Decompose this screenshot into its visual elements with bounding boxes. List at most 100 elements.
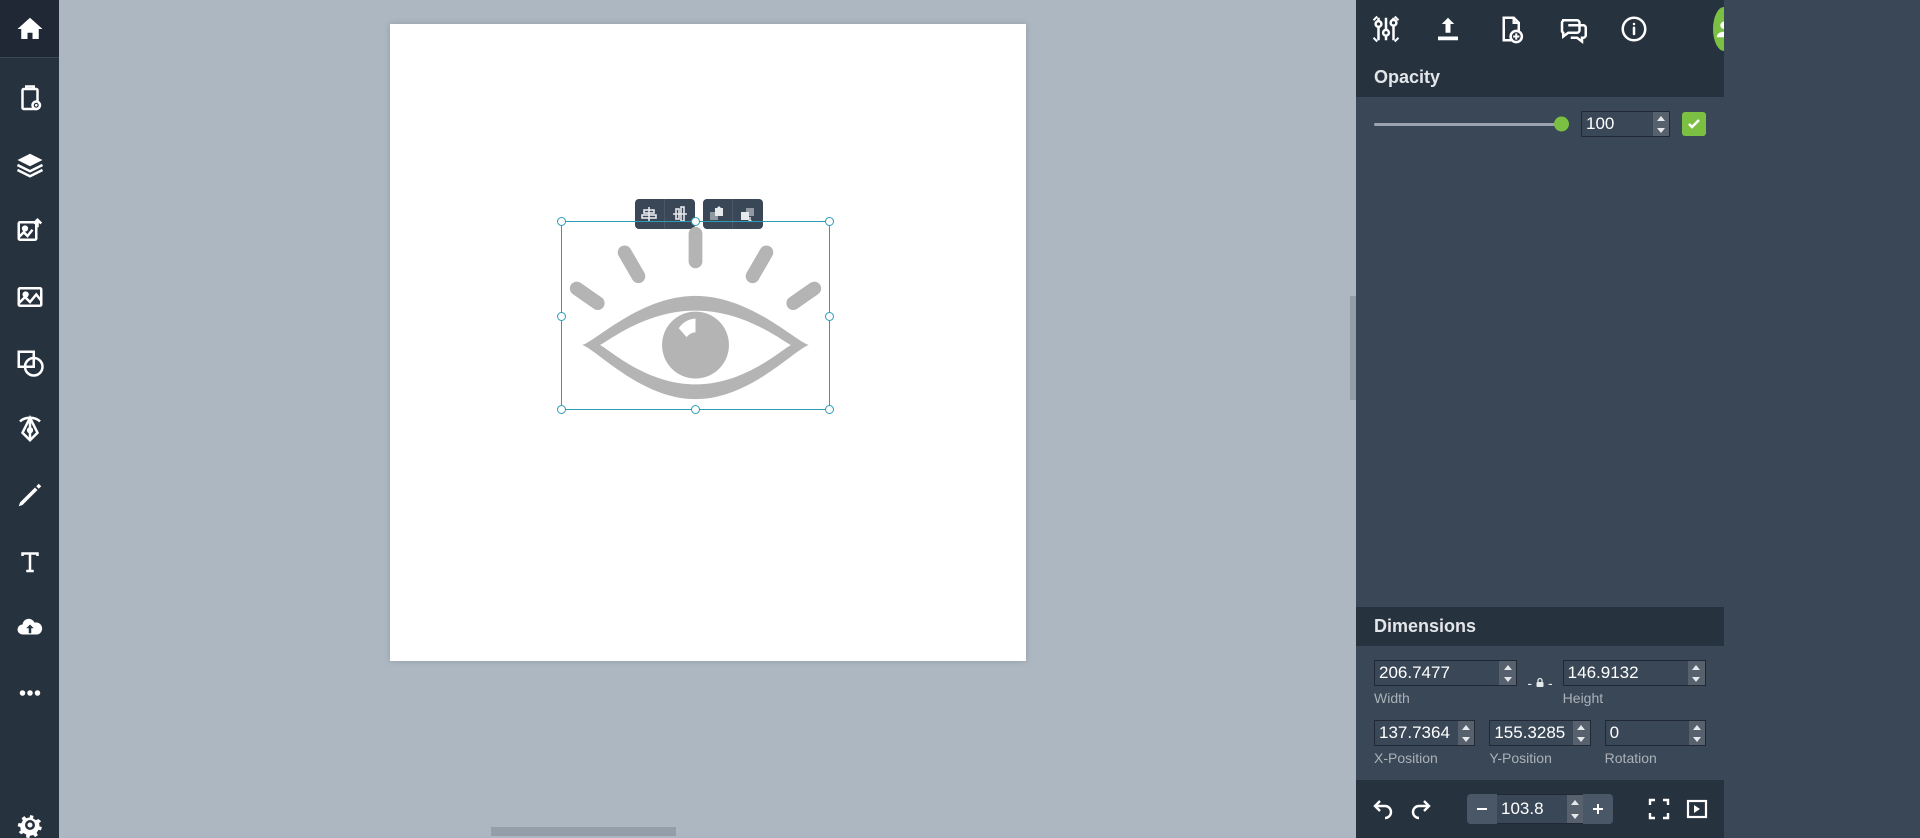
upload-button[interactable] — [1433, 14, 1463, 44]
home-button[interactable] — [0, 0, 59, 58]
image-upload-icon — [15, 216, 45, 246]
bottom-bar — [1356, 780, 1724, 838]
x-stepper[interactable] — [1458, 721, 1474, 745]
x-value[interactable] — [1375, 721, 1458, 745]
minus-icon — [1475, 802, 1489, 816]
fit-screen-icon — [1647, 797, 1671, 821]
rotation-input[interactable] — [1605, 720, 1706, 746]
opacity-input[interactable] — [1581, 111, 1670, 137]
chat-icon — [1557, 14, 1587, 44]
zoom-input[interactable] — [1497, 794, 1583, 824]
layers-tool[interactable] — [0, 136, 59, 194]
clipboard-icon — [15, 84, 45, 114]
home-icon — [15, 14, 45, 44]
vertical-scroll-hint[interactable] — [1350, 296, 1356, 400]
rotation-stepper[interactable] — [1689, 721, 1705, 745]
opacity-section-header: Opacity — [1356, 58, 1724, 97]
cloud-upload-icon — [15, 612, 45, 642]
info-button[interactable] — [1619, 14, 1649, 44]
shape-icon — [15, 348, 45, 378]
resize-handle-bm[interactable] — [691, 405, 700, 414]
collapse-panel-button[interactable] — [1685, 797, 1709, 821]
cloud-tool[interactable] — [0, 598, 59, 656]
height-label: Height — [1563, 690, 1706, 706]
image-tool[interactable] — [0, 268, 59, 326]
adjust-icon — [1371, 14, 1401, 44]
height-input[interactable] — [1563, 660, 1706, 686]
redo-icon — [1409, 797, 1433, 821]
opacity-value[interactable] — [1582, 112, 1653, 136]
settings-tool[interactable] — [0, 796, 59, 838]
zoom-out-button[interactable] — [1467, 794, 1497, 824]
lock-icon — [1534, 677, 1546, 689]
gear-icon — [15, 810, 45, 838]
resize-handle-bl[interactable] — [557, 405, 566, 414]
clipboard-tool[interactable] — [0, 70, 59, 128]
lock-aspect-button[interactable]: - - — [1527, 675, 1552, 691]
rotation-value[interactable] — [1606, 721, 1689, 745]
opacity-confirm-button[interactable] — [1682, 112, 1706, 136]
resize-handle-ml[interactable] — [557, 312, 566, 321]
undo-icon — [1371, 797, 1395, 821]
fit-screen-button[interactable] — [1647, 797, 1671, 821]
text-tool[interactable] — [0, 532, 59, 590]
width-stepper[interactable] — [1499, 661, 1516, 685]
pen-tool-icon — [15, 414, 45, 444]
text-icon — [15, 546, 45, 576]
y-label: Y-Position — [1489, 750, 1590, 766]
plus-icon — [1591, 802, 1605, 816]
more-icon — [15, 678, 45, 708]
x-label: X-Position — [1374, 750, 1475, 766]
resize-handle-mr[interactable] — [825, 312, 834, 321]
opacity-slider[interactable] — [1374, 116, 1569, 132]
resize-handle-tr[interactable] — [825, 217, 834, 226]
more-tool[interactable] — [0, 664, 59, 722]
layers-icon — [15, 150, 45, 180]
canvas-area[interactable] — [59, 0, 1356, 838]
adjust-button[interactable] — [1371, 14, 1401, 44]
add-page-icon — [1495, 14, 1525, 44]
info-icon — [1619, 14, 1649, 44]
selection-box[interactable] — [561, 221, 830, 410]
y-value[interactable] — [1490, 721, 1573, 745]
zoom-stepper[interactable] — [1567, 795, 1583, 823]
resize-handle-br[interactable] — [825, 405, 834, 414]
slider-thumb[interactable] — [1554, 117, 1569, 132]
resize-handle-tl[interactable] — [557, 217, 566, 226]
width-value[interactable] — [1375, 661, 1499, 685]
redo-button[interactable] — [1409, 797, 1433, 821]
right-topbar — [1356, 0, 1724, 58]
height-stepper[interactable] — [1688, 661, 1705, 685]
zoom-control — [1467, 794, 1613, 824]
zoom-value[interactable] — [1497, 795, 1567, 823]
width-input[interactable] — [1374, 660, 1517, 686]
comments-button[interactable] — [1557, 14, 1587, 44]
right-panel: Opacity Dimensions — [1356, 0, 1724, 838]
add-page-button[interactable] — [1495, 14, 1525, 44]
right-gutter — [1724, 0, 1920, 838]
shape-tool[interactable] — [0, 334, 59, 392]
y-position-input[interactable] — [1489, 720, 1590, 746]
y-stepper[interactable] — [1573, 721, 1589, 745]
x-position-input[interactable] — [1374, 720, 1475, 746]
selected-eye-graphic[interactable] — [562, 222, 829, 409]
image-icon — [15, 282, 45, 312]
undo-button[interactable] — [1371, 797, 1395, 821]
upload-icon — [1433, 14, 1463, 44]
collapse-icon — [1685, 797, 1709, 821]
pencil-tool[interactable] — [0, 466, 59, 524]
dimensions-section-header: Dimensions — [1356, 607, 1724, 646]
width-label: Width — [1374, 690, 1517, 706]
check-icon — [1686, 116, 1702, 132]
horizontal-scrollbar[interactable] — [491, 827, 676, 836]
left-toolbar — [0, 0, 59, 838]
pen-tool[interactable] — [0, 400, 59, 458]
pencil-icon — [15, 480, 45, 510]
height-value[interactable] — [1564, 661, 1688, 685]
image-upload-tool[interactable] — [0, 202, 59, 260]
opacity-stepper[interactable] — [1653, 112, 1669, 136]
zoom-in-button[interactable] — [1583, 794, 1613, 824]
rotation-label: Rotation — [1605, 750, 1706, 766]
resize-handle-tm[interactable] — [691, 217, 700, 226]
page[interactable] — [390, 24, 1026, 661]
